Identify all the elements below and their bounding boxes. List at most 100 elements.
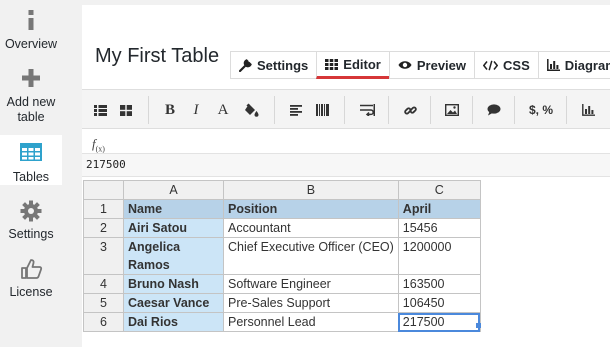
main-area: My First Table Settings Editor Preview C…: [62, 0, 610, 347]
columns-button[interactable]: [314, 100, 330, 120]
toolbar-divider: [472, 96, 473, 124]
grid-cell[interactable]: Airi Satou: [123, 218, 224, 238]
code-icon: [483, 60, 499, 71]
barcode-icon: [315, 104, 329, 116]
plus-icon: [0, 68, 62, 92]
grid-cell[interactable]: Pre-Sales Support: [223, 293, 399, 313]
spreadsheet-grid: A B C 1 Name Position April 2 Airi Satou…: [83, 180, 481, 332]
tab-diagrams[interactable]: Diagrams: [537, 51, 610, 79]
insert-link-button[interactable]: [402, 100, 418, 120]
toolbar-divider: [148, 96, 149, 124]
grid-cell[interactable]: Angelica Ramos: [123, 237, 224, 275]
insert-image-button[interactable]: [444, 100, 460, 120]
insert-chart-button[interactable]: [580, 100, 596, 120]
grid-cell[interactable]: Caesar Vance: [123, 293, 224, 313]
grid-icon: [325, 58, 339, 70]
page-title: My First Table: [95, 45, 220, 67]
font-button[interactable]: A: [215, 100, 231, 120]
sidebar-item-label: Add new table: [6, 95, 56, 124]
column-header[interactable]: B: [223, 180, 399, 200]
toolbar-divider: [274, 96, 275, 124]
row-header[interactable]: 4: [83, 274, 124, 294]
sidebar-item-overview[interactable]: Overview: [0, 10, 62, 60]
grid-view-button[interactable]: [118, 100, 134, 120]
sidebar-item-label: License: [9, 285, 53, 299]
bold-button[interactable]: B: [162, 100, 178, 120]
sidebar-item-label: Tables: [12, 170, 50, 184]
chart-icon: [581, 104, 595, 116]
number-format-button[interactable]: $, %: [526, 100, 556, 120]
row-header[interactable]: 6: [83, 312, 124, 332]
table-row: 1 Name Position April: [83, 199, 481, 219]
gear-icon: [0, 200, 62, 224]
list-view-button[interactable]: [92, 100, 108, 120]
table-row: 2 Airi Satou Accountant 15456: [83, 218, 481, 238]
toolbar-divider: [514, 96, 515, 124]
tab-bar: Settings Editor Preview CSS Diagra: [230, 51, 610, 79]
row-header[interactable]: 1: [83, 199, 124, 219]
eye-icon: [398, 60, 412, 70]
column-header[interactable]: C: [397, 180, 481, 200]
align-button[interactable]: [288, 100, 304, 120]
grid-cell[interactable]: 15456: [397, 218, 481, 238]
toolbar-divider: [566, 96, 567, 124]
toolbar-divider: [388, 96, 389, 124]
tab-label: Editor: [343, 56, 381, 72]
editor-toolbar: B I A $, %: [82, 89, 610, 129]
tab-editor[interactable]: Editor: [316, 51, 389, 79]
row-header[interactable]: 2: [83, 218, 124, 238]
sidebar-item-label: Settings: [8, 227, 54, 241]
row-header[interactable]: 3: [83, 237, 124, 275]
sidebar-item-add-new-table[interactable]: Add new table: [0, 68, 62, 130]
tab-label: Preview: [416, 57, 467, 73]
paint-bucket-icon: [244, 103, 259, 117]
grid-cell[interactable]: 163500: [397, 274, 481, 294]
corner-cell[interactable]: [83, 180, 124, 200]
formula-input[interactable]: 217500: [82, 153, 610, 177]
fill-handle[interactable]: [476, 323, 481, 328]
grid-cell[interactable]: 1200000: [397, 237, 481, 275]
fill-color-button[interactable]: [242, 100, 260, 120]
info-icon: [0, 10, 62, 34]
tiles-icon: [120, 104, 132, 116]
grid-cell[interactable]: Personnel Lead: [223, 312, 399, 332]
align-left-icon: [290, 104, 302, 116]
selected-grid-cell[interactable]: 217500: [397, 312, 481, 332]
comment-icon: [487, 104, 501, 116]
tab-label: Diagrams: [564, 57, 610, 73]
table-row: 4 Bruno Nash Software Engineer 163500: [83, 274, 481, 294]
tab-preview[interactable]: Preview: [388, 51, 475, 79]
list-icon: [93, 104, 107, 116]
grid-cell[interactable]: Position: [223, 199, 399, 219]
tab-label: CSS: [503, 57, 530, 73]
grid-cell[interactable]: Accountant: [223, 218, 399, 238]
grid-cell[interactable]: Name: [123, 199, 224, 219]
grid-cell[interactable]: Chief Executive Officer (CEO): [223, 237, 399, 275]
wrench-icon: [239, 58, 252, 72]
grid-cell[interactable]: April: [397, 199, 481, 219]
wrap-text-button[interactable]: [358, 100, 376, 120]
bar-chart-icon: [546, 59, 560, 71]
sidebar-item-license[interactable]: License: [0, 258, 62, 308]
image-icon: [445, 104, 459, 116]
comment-button[interactable]: [486, 100, 502, 120]
grid-cell[interactable]: Dai Rios: [123, 312, 224, 332]
toolbar-divider: [344, 96, 345, 124]
row-header[interactable]: 5: [83, 293, 124, 313]
grid-cell[interactable]: 106450: [397, 293, 481, 313]
admin-sidebar: Overview Add new table Tables Settings L…: [0, 0, 62, 347]
toolbar-divider: [430, 96, 431, 124]
grid-cell[interactable]: Software Engineer: [223, 274, 399, 294]
table-row: 6 Dai Rios Personnel Lead 217500: [83, 312, 481, 332]
column-header[interactable]: A: [123, 180, 224, 200]
sidebar-item-settings[interactable]: Settings: [0, 200, 62, 250]
tab-settings[interactable]: Settings: [230, 51, 317, 79]
grid-cell[interactable]: Bruno Nash: [123, 274, 224, 294]
sidebar-item-tables[interactable]: Tables: [0, 135, 62, 185]
table-row: 5 Caesar Vance Pre-Sales Support 106450: [83, 293, 481, 313]
tab-css[interactable]: CSS: [474, 51, 538, 79]
tab-label: Settings: [257, 57, 309, 73]
table-row: 3 Angelica Ramos Chief Executive Officer…: [83, 237, 481, 275]
italic-button[interactable]: I: [188, 100, 204, 120]
sidebar-item-label: Overview: [4, 37, 58, 51]
